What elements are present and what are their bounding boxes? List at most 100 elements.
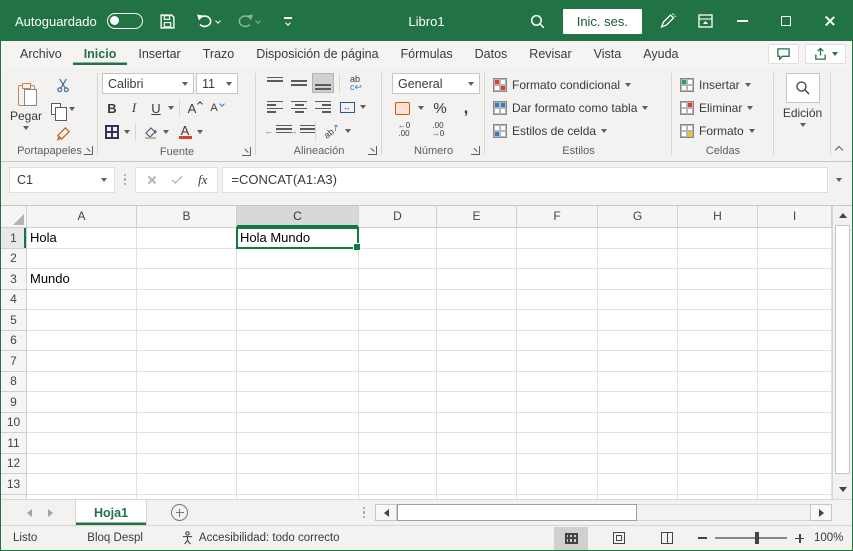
column-header-D[interactable]: D (359, 206, 437, 228)
page-layout-view-button[interactable] (602, 527, 636, 550)
row-header-9[interactable]: 9 (1, 392, 27, 413)
row-header-1[interactable]: 1 (1, 228, 27, 249)
cell-C6[interactable] (237, 330, 359, 351)
format-painter-button[interactable] (51, 123, 75, 143)
close-button[interactable] (808, 1, 852, 41)
cell-B6[interactable] (137, 330, 237, 351)
cell-F11[interactable] (517, 433, 598, 454)
cell-G5[interactable] (598, 310, 678, 331)
align-top-button[interactable] (264, 73, 286, 93)
editor-pen-icon[interactable] (652, 7, 682, 35)
column-header-F[interactable]: F (517, 206, 598, 228)
font-name-combo[interactable]: Calibri (102, 73, 194, 94)
cell-A12[interactable] (27, 453, 137, 474)
cell-D2[interactable] (359, 248, 437, 269)
cell-I3[interactable] (758, 269, 832, 290)
underline-dropdown-icon[interactable] (168, 106, 174, 110)
cell-H3[interactable] (678, 269, 758, 290)
cell-F4[interactable] (517, 289, 598, 310)
cell-D6[interactable] (359, 330, 437, 351)
cell-A3[interactable]: Mundo (27, 269, 137, 290)
bold-button[interactable]: B (102, 98, 122, 118)
cell-A2[interactable] (27, 248, 137, 269)
cell-B10[interactable] (137, 412, 237, 433)
cell-A1[interactable]: Hola (27, 228, 137, 249)
cell-H1[interactable] (678, 228, 758, 249)
tab-trazo[interactable]: Trazo (192, 43, 246, 65)
comma-style-button[interactable]: , (456, 98, 476, 118)
cell-H7[interactable] (678, 351, 758, 372)
cell-B12[interactable] (137, 453, 237, 474)
search-icon[interactable] (523, 7, 553, 35)
cell-C8[interactable] (237, 371, 359, 392)
new-sheet-button[interactable] (171, 504, 189, 521)
cell-C11[interactable] (237, 433, 359, 454)
cell-H4[interactable] (678, 289, 758, 310)
row-header-4[interactable]: 4 (1, 289, 27, 310)
vertical-scrollbar[interactable] (832, 206, 852, 499)
cell-I6[interactable] (758, 330, 832, 351)
normal-view-button[interactable] (554, 526, 588, 550)
cell-G11[interactable] (598, 433, 678, 454)
copy-button[interactable] (51, 99, 75, 121)
cell-A5[interactable] (27, 310, 137, 331)
cell-B8[interactable] (137, 371, 237, 392)
insert-cells-button[interactable]: Insertar (672, 73, 774, 96)
cell-F12[interactable] (517, 453, 598, 474)
cell-D8[interactable] (359, 371, 437, 392)
cell-A8[interactable] (27, 371, 137, 392)
font-dialog-launcher[interactable] (242, 147, 251, 156)
comments-button[interactable] (768, 44, 799, 64)
cell-E4[interactable] (437, 289, 517, 310)
align-bottom-button[interactable] (312, 73, 334, 93)
cell-G12[interactable] (598, 453, 678, 474)
cell-H13[interactable] (678, 474, 758, 495)
borders-dropdown-icon[interactable] (124, 130, 130, 134)
cell-F10[interactable] (517, 412, 598, 433)
cell-A13[interactable] (27, 474, 137, 495)
cut-button[interactable] (51, 75, 75, 95)
tab-vista[interactable]: Vista (583, 43, 633, 65)
next-sheet-icon[interactable] (48, 508, 53, 517)
cell-E12[interactable] (437, 453, 517, 474)
number-format-combo[interactable]: General (392, 73, 480, 94)
customize-toolbar-icon[interactable] (273, 7, 303, 35)
decrease-decimal-button[interactable]: .00 →0 (426, 122, 450, 138)
tab-archivo[interactable]: Archivo (9, 43, 73, 65)
cell-H6[interactable] (678, 330, 758, 351)
minimize-button[interactable] (720, 1, 764, 41)
zoom-out-icon[interactable] (698, 537, 707, 539)
column-header-H[interactable]: H (678, 206, 758, 228)
cell-D3[interactable] (359, 269, 437, 290)
shrink-font-button[interactable]: A (207, 98, 227, 118)
cell-B11[interactable] (137, 433, 237, 454)
cell-E9[interactable] (437, 392, 517, 413)
delete-cells-button[interactable]: Eliminar (672, 96, 774, 119)
cell-H14[interactable] (678, 494, 758, 499)
cell-E7[interactable] (437, 351, 517, 372)
cell-E1[interactable] (437, 228, 517, 249)
cell-B7[interactable] (137, 351, 237, 372)
cell-C12[interactable] (237, 453, 359, 474)
cell-E2[interactable] (437, 248, 517, 269)
cell-E8[interactable] (437, 371, 517, 392)
cell-D5[interactable] (359, 310, 437, 331)
column-header-A[interactable]: A (27, 206, 137, 228)
cell-F5[interactable] (517, 310, 598, 331)
cell-B14[interactable] (137, 494, 237, 499)
cell-I1[interactable] (758, 228, 832, 249)
sheet-tab-hoja1[interactable]: Hoja1 (75, 500, 148, 525)
zoom-slider-thumb[interactable] (754, 532, 759, 545)
ribbon-display-options-icon[interactable] (690, 7, 720, 35)
zoom-level[interactable]: 100% (814, 532, 852, 544)
merge-center-button[interactable]: ↔ (336, 97, 358, 117)
cell-I12[interactable] (758, 453, 832, 474)
cell-I8[interactable] (758, 371, 832, 392)
cell-G3[interactable] (598, 269, 678, 290)
undo-dropdown-icon[interactable] (214, 18, 221, 24)
orientation-button[interactable]: ab↗ (321, 121, 343, 141)
cell-A14[interactable] (27, 494, 137, 499)
row-header-12[interactable]: 12 (1, 453, 27, 474)
row-header-7[interactable]: 7 (1, 351, 27, 372)
font-size-combo[interactable]: 11 (196, 73, 238, 94)
